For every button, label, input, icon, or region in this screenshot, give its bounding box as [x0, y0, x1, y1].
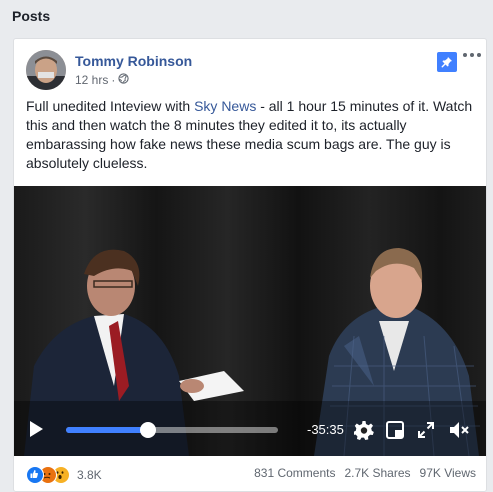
- video-controls: -35:35: [14, 411, 486, 451]
- shares-count[interactable]: 2.7K Shares: [344, 466, 410, 480]
- author-name[interactable]: Tommy Robinson: [75, 53, 192, 69]
- progress-bar[interactable]: [66, 422, 278, 438]
- more-options-icon[interactable]: [461, 48, 483, 62]
- video-player[interactable]: -35:35: [14, 186, 486, 456]
- author-avatar[interactable]: [26, 50, 66, 90]
- volume-muted-icon[interactable]: [448, 420, 474, 445]
- reactions[interactable]: 3.8K: [26, 466, 102, 484]
- post-stats: 831 Comments 2.7K Shares 97K Views: [254, 466, 476, 480]
- progress-knob[interactable]: [139, 422, 156, 438]
- time-remaining: -35:35: [307, 422, 344, 437]
- section-title: Posts: [12, 8, 51, 24]
- meta-separator: ·: [111, 73, 116, 87]
- play-icon[interactable]: [28, 420, 44, 443]
- globe-icon[interactable]: [118, 73, 129, 87]
- post-time[interactable]: 12 hrs: [75, 73, 108, 87]
- like-reaction-icon: [26, 466, 44, 484]
- views-count: 97K Views: [419, 466, 476, 480]
- fullscreen-icon[interactable]: [418, 422, 434, 443]
- post-meta: 12 hrs ·: [75, 73, 129, 87]
- comments-count[interactable]: 831 Comments: [254, 466, 335, 480]
- post-card: Tommy Robinson 12 hrs · Full unedited In…: [13, 38, 487, 492]
- post-footer: 3.8K 831 Comments 2.7K Shares 97K Views: [14, 456, 486, 491]
- progress-fill: [66, 427, 148, 433]
- sky-news-link[interactable]: Sky News: [194, 98, 256, 114]
- reaction-count: 3.8K: [77, 468, 102, 482]
- pin-icon[interactable]: [437, 52, 457, 72]
- post-text: Full unedited Inteview with Sky News - a…: [26, 97, 476, 173]
- gear-icon[interactable]: [353, 420, 374, 445]
- picture-in-picture-icon[interactable]: [386, 421, 404, 444]
- post-text-before: Full unedited Inteview with: [26, 98, 195, 114]
